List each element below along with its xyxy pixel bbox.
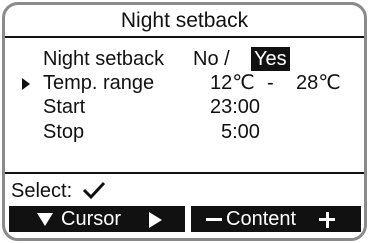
start-label: Start bbox=[43, 96, 86, 118]
cursor-softkey[interactable]: Cursor bbox=[9, 206, 185, 232]
night-setback-label: Night setback bbox=[43, 48, 165, 70]
select-hint: Select: bbox=[11, 179, 106, 203]
screen-title: Night setback bbox=[120, 9, 249, 32]
temp-range-separator: - bbox=[267, 72, 274, 94]
row-cursor-icon bbox=[22, 78, 30, 90]
footer-divider bbox=[5, 172, 364, 174]
plus-icon-vertical bbox=[325, 211, 329, 228]
setting-night-setback[interactable]: Night setback No / Yes bbox=[5, 47, 364, 71]
stop-label: Stop bbox=[43, 121, 85, 143]
select-label: Select: bbox=[11, 180, 73, 202]
start-time-value[interactable]: 23:00 bbox=[210, 95, 260, 119]
setting-start[interactable]: Start 23:00 bbox=[5, 95, 364, 119]
remote-controller-screen: Night setback Night setback No / Yes Tem… bbox=[2, 2, 367, 241]
temp-range-min[interactable]: 12℃ bbox=[210, 71, 255, 95]
temp-range-max[interactable]: 28℃ bbox=[296, 71, 341, 95]
content-softkey[interactable]: Content bbox=[191, 206, 361, 232]
title-divider bbox=[5, 36, 364, 38]
checkmark-icon bbox=[82, 181, 105, 199]
night-setback-option-yes[interactable]: Yes bbox=[251, 47, 290, 71]
content-softkey-label: Content bbox=[226, 208, 297, 230]
minus-icon bbox=[206, 218, 222, 221]
triangle-right-icon bbox=[149, 212, 162, 228]
night-setback-option-no[interactable]: No / bbox=[193, 47, 230, 71]
triangle-down-icon bbox=[37, 213, 53, 226]
temp-range-label: Temp. range bbox=[43, 72, 155, 94]
setting-temp-range[interactable]: Temp. range 12℃ - 28℃ bbox=[5, 71, 364, 95]
cursor-softkey-label: Cursor bbox=[61, 208, 122, 230]
setting-stop[interactable]: Stop 5:00 bbox=[5, 120, 364, 144]
stop-time-value[interactable]: 5:00 bbox=[221, 120, 260, 144]
